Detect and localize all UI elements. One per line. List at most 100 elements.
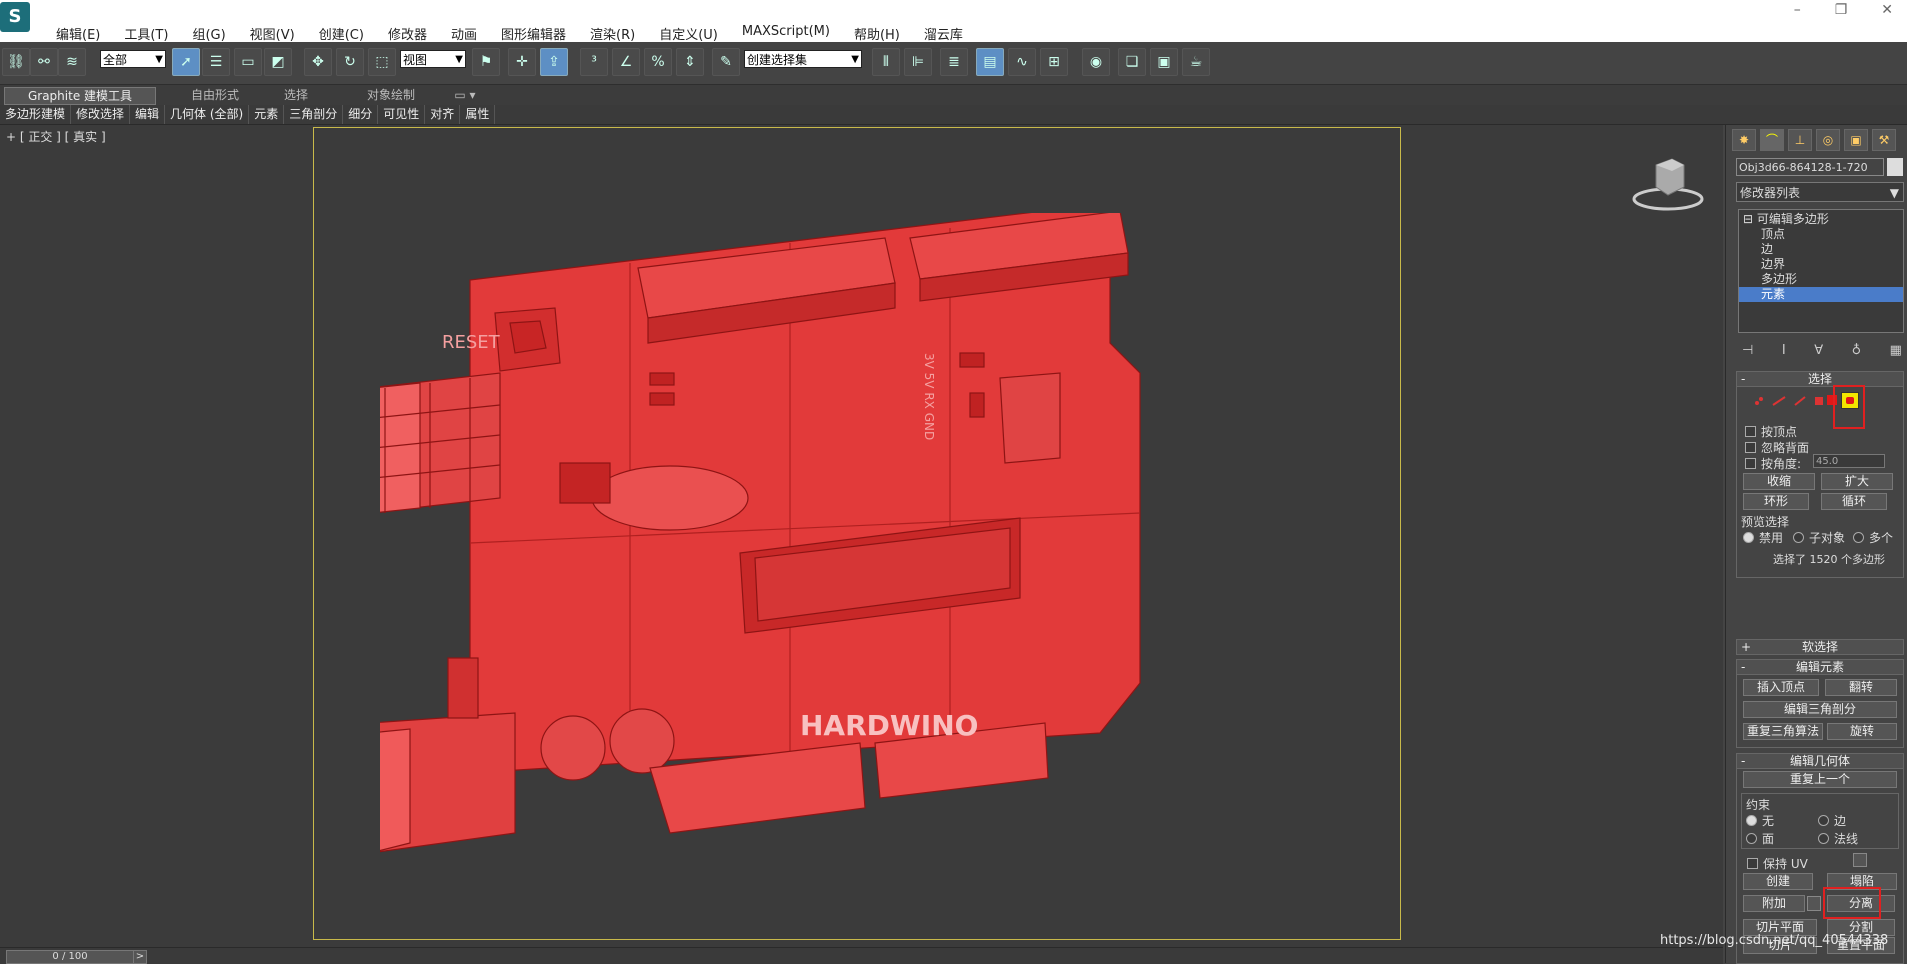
rectangular-selection-icon[interactable]: ▭ [234,48,262,76]
scale-icon[interactable]: ⬚ [368,48,396,76]
align-icon[interactable]: ⊫ [904,48,932,76]
ribbon-triangulation[interactable]: 三角剖分 [284,105,344,124]
stack-item-polygon[interactable]: 多边形 [1761,272,1797,287]
modify-tab-icon[interactable]: ⌒ [1760,129,1784,151]
motion-tab-icon[interactable]: ◎ [1816,129,1840,151]
render-setup-icon[interactable]: ❏ [1118,48,1146,76]
angle-spinner[interactable]: 45.0 [1813,454,1885,468]
by-vertex-checkbox[interactable]: 按顶点 [1745,423,1797,440]
selection-rollout-header[interactable]: - 选择 [1736,371,1904,387]
show-end-result-icon[interactable]: Ⅰ [1782,343,1786,361]
preview-subobject-radio[interactable]: 子对象 [1793,529,1845,546]
select-manipulate-icon[interactable]: ✛ [508,48,536,76]
spinner-snap-icon[interactable]: ⇕ [676,48,704,76]
make-unique-icon[interactable]: ∀ [1814,343,1823,361]
edit-geometry-header[interactable]: - 编辑几何体 [1736,753,1904,769]
ribbon-polygon-modeling[interactable]: 多边形建模 [0,105,72,124]
hierarchy-tab-icon[interactable]: ⊥ [1788,129,1812,151]
display-tab-icon[interactable]: ▣ [1844,129,1868,151]
ribbon-visibility[interactable]: 可见性 [378,105,426,124]
stack-item-edge[interactable]: 边 [1761,242,1773,257]
edit-named-selection-icon[interactable]: ✎ [712,48,740,76]
menu-animation[interactable]: 动画 [439,24,489,43]
retriangulate-button[interactable]: 重复三角算法 [1743,723,1823,740]
pin-stack-icon[interactable]: ⊣ [1742,343,1753,361]
attach-button[interactable]: 附加 [1743,895,1805,912]
constraint-none-radio[interactable]: 无 [1746,812,1774,829]
move-icon[interactable]: ✥ [304,48,332,76]
viewcube-icon[interactable] [1632,155,1704,215]
ribbon-properties[interactable]: 属性 [460,105,496,124]
viewport[interactable]: + [ 正交 ] [ 真实 ] RESET HARDWINO 3V 5V RX … [0,125,1723,947]
menu-views[interactable]: 视图(V) [238,24,307,43]
grow-button[interactable]: 扩大 [1821,473,1893,490]
ribbon-align[interactable]: 对齐 [425,105,461,124]
graphite-toggle-icon[interactable]: ▤ [976,48,1004,76]
utilities-tab-icon[interactable]: ⚒ [1872,129,1896,151]
named-selection-dropdown[interactable]: 创建选择集 ▼ [744,50,862,68]
modifier-list-dropdown[interactable]: 修改器列表 ▼ [1736,182,1904,202]
bind-space-warp-icon[interactable]: ≋ [58,48,86,76]
pivot-center-icon[interactable]: ⚑ [472,48,500,76]
preserve-uv-settings-icon[interactable] [1853,853,1867,867]
create-tab-icon[interactable]: ✸ [1732,129,1756,151]
ribbon-modify-selection[interactable]: 修改选择 [71,105,131,124]
selection-filter-dropdown[interactable]: 全部 ▼ [100,50,166,68]
preview-off-radio[interactable]: 禁用 [1743,529,1783,546]
arduino-board-model[interactable]: RESET HARDWINO 3V 5V RX GND [380,213,1310,913]
minimize-button[interactable]: – [1794,2,1801,18]
tab-graphite[interactable]: Graphite 建模工具 [4,87,156,105]
render-production-icon[interactable]: ☕ [1182,48,1210,76]
constraint-normal-radio[interactable]: 法线 [1818,830,1858,847]
object-name-field[interactable]: Obj3d66-864128-1-720 [1736,158,1884,176]
edit-elements-header[interactable]: - 编辑元素 [1736,659,1904,675]
menu-graph-editors[interactable]: 图形编辑器 [489,24,578,43]
flip-button[interactable]: 翻转 [1825,679,1897,696]
stack-item-element[interactable]: 元素 [1739,287,1903,302]
ribbon-elements[interactable]: 元素 [249,105,285,124]
attach-list-icon[interactable] [1807,896,1821,911]
snaps-toggle-icon[interactable]: ³ [580,48,608,76]
tab-freeform[interactable]: 自由形式 [170,87,260,103]
menu-cloud-library[interactable]: 溜云库 [912,24,975,43]
stack-item-vertex[interactable]: 顶点 [1761,227,1785,242]
select-by-name-icon[interactable]: ☰ [202,48,230,76]
preserve-uv-checkbox[interactable]: 保持 UV [1747,855,1808,872]
keyboard-shortcut-override-icon[interactable]: ⇪ [540,48,568,76]
time-slider[interactable]: 0 / 100 [6,950,134,964]
menu-tools[interactable]: 工具(T) [112,24,180,43]
rendered-frame-window-icon[interactable]: ▣ [1150,48,1178,76]
create-button[interactable]: 创建 [1743,873,1813,890]
ignore-backfacing-checkbox[interactable]: 忽略背面 [1745,439,1809,456]
layer-manager-icon[interactable]: ≣ [940,48,968,76]
reference-coordinate-dropdown[interactable]: 视图 ▼ [400,50,466,68]
app-logo-icon[interactable]: S [0,2,30,32]
repeat-last-button[interactable]: 重复上一个 [1743,771,1897,788]
shrink-button[interactable]: 收缩 [1743,473,1815,490]
by-angle-checkbox[interactable]: 按角度: [1745,455,1801,472]
object-color-swatch[interactable] [1887,158,1903,176]
soft-selection-header[interactable]: + 软选择 [1736,639,1904,655]
insert-vertex-button[interactable]: 插入顶点 [1743,679,1819,696]
stack-item-editable-poly[interactable]: ⊟ 可编辑多边形 [1743,212,1829,227]
percent-snap-icon[interactable]: % [644,48,672,76]
window-crossing-icon[interactable]: ◩ [264,48,292,76]
menu-maxscript[interactable]: MAXScript(M) [730,24,842,43]
angle-snap-icon[interactable]: ∠ [612,48,640,76]
ribbon-subdivision[interactable]: 细分 [343,105,379,124]
ribbon-options-icon[interactable]: ▭ ▾ [450,87,480,103]
schematic-view-icon[interactable]: ⊞ [1040,48,1068,76]
time-slider-next-button[interactable]: > [133,950,147,964]
ribbon-edit[interactable]: 编辑 [130,105,166,124]
restore-button[interactable]: ❐ [1835,2,1848,18]
material-editor-icon[interactable]: ◉ [1082,48,1110,76]
mirror-icon[interactable]: ⫴ [872,48,900,76]
menu-modifiers[interactable]: 修改器 [376,24,439,43]
remove-modifier-icon[interactable]: ♁ [1852,343,1862,361]
ribbon-geometry-all[interactable]: 几何体 (全部) [165,105,250,124]
close-button[interactable]: ✕ [1881,2,1893,18]
tab-object-paint[interactable]: 对象绘制 [346,87,436,103]
preview-multi-radio[interactable]: 多个 [1853,529,1893,546]
select-object-icon[interactable]: ➚ [172,48,200,76]
menu-rendering[interactable]: 渲染(R) [578,24,647,43]
